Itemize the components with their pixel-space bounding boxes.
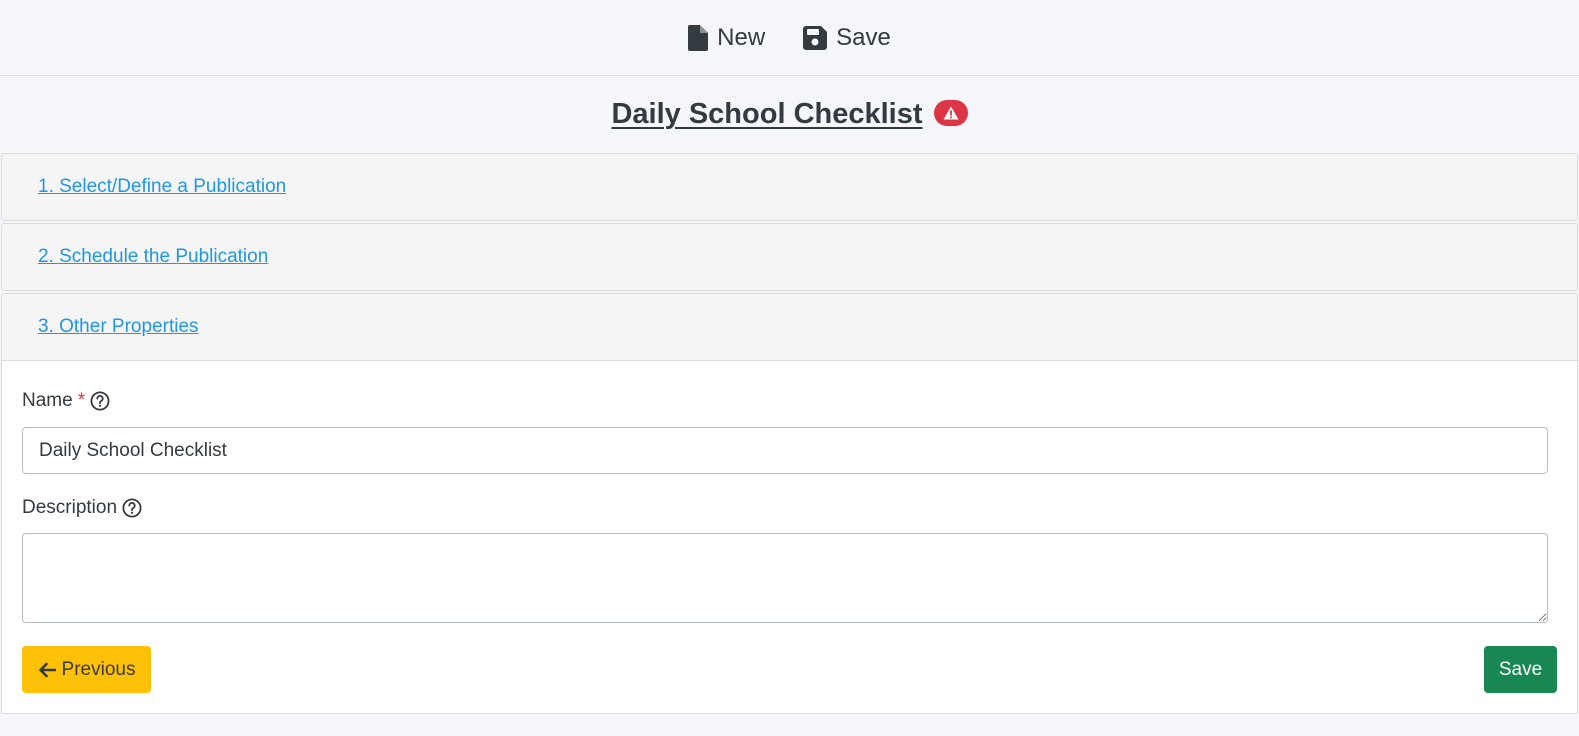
other-properties-panel: Name * Description (1, 361, 1578, 714)
previous-button-label: Previous (61, 658, 136, 680)
description-label-text: Description (22, 497, 118, 518)
question-circle-icon[interactable] (122, 498, 142, 518)
section-link-other-properties[interactable]: 3. Other Properties (38, 316, 199, 338)
arrow-left-icon (38, 662, 56, 678)
name-label: Name * (22, 390, 110, 412)
file-icon (688, 24, 709, 51)
accordion-header-other-properties[interactable]: 3. Other Properties (1, 293, 1578, 361)
question-circle-icon[interactable] (90, 391, 110, 411)
new-button[interactable]: New (688, 24, 765, 52)
name-input[interactable] (22, 427, 1548, 474)
required-marker: * (77, 390, 86, 411)
save-button[interactable]: Save (1484, 646, 1557, 693)
new-button-label: New (717, 23, 766, 51)
wizard-accordion: 1. Select/Define a Publication 2. Schedu… (1, 153, 1578, 714)
description-textarea[interactable] (22, 533, 1548, 623)
save-toolbar-button[interactable]: Save (803, 24, 891, 52)
description-label: Description (22, 497, 142, 519)
name-label-text: Name (22, 390, 73, 411)
floppy-disk-icon (803, 25, 828, 50)
accordion-header-select-publication[interactable]: 1. Select/Define a Publication (1, 153, 1578, 221)
save-toolbar-label: Save (836, 23, 891, 51)
section-link-schedule-publication[interactable]: 2. Schedule the Publication (38, 246, 268, 268)
warning-triangle-icon (943, 106, 959, 120)
title-row: Daily School Checklist (0, 76, 1579, 152)
alert-badge[interactable] (933, 100, 968, 126)
top-toolbar: New Save (0, 0, 1579, 76)
page-title[interactable]: Daily School Checklist (611, 98, 922, 131)
accordion-header-schedule-publication[interactable]: 2. Schedule the Publication (1, 223, 1578, 291)
section-link-select-publication[interactable]: 1. Select/Define a Publication (38, 176, 286, 198)
previous-button[interactable]: Previous (22, 646, 151, 693)
